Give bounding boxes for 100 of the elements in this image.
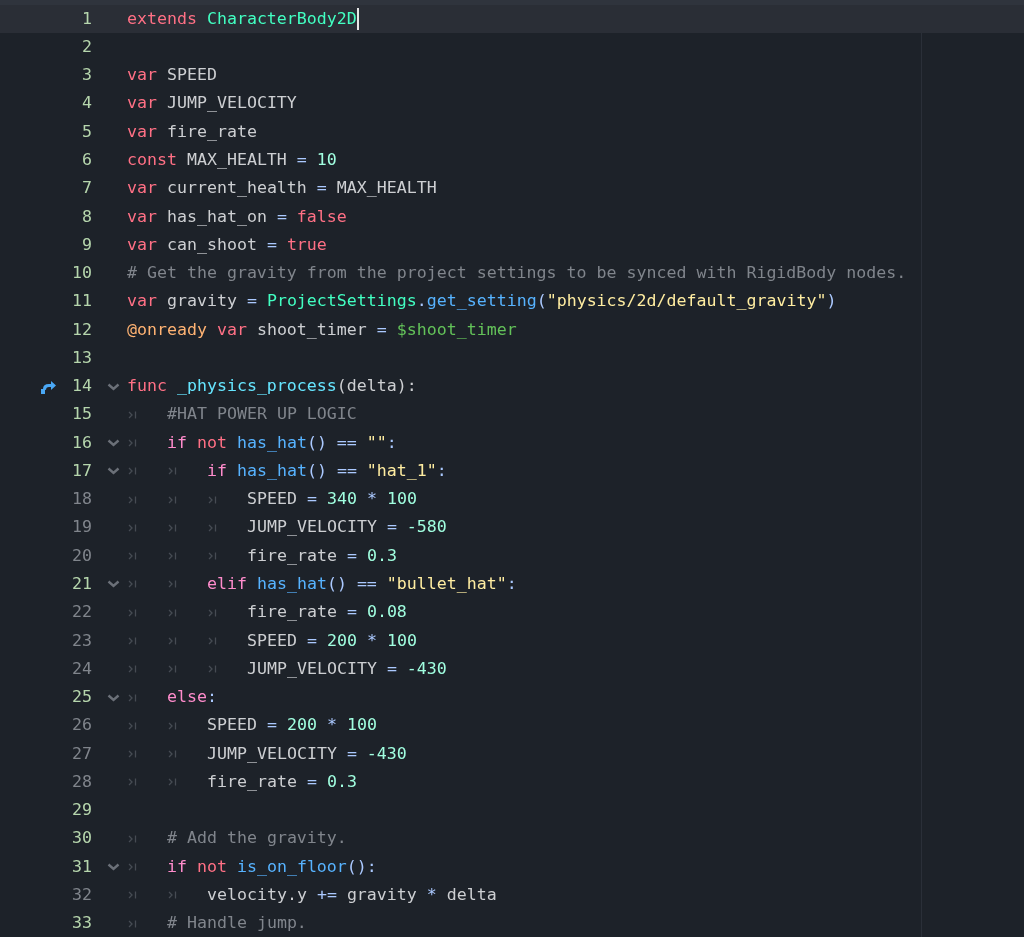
line-number: 13 [71, 346, 92, 369]
line-number: 33 [71, 912, 92, 935]
code-line: velocity.y += gravity * delta [207, 883, 497, 906]
code-line: fire_rate = 0.3 [207, 770, 357, 793]
line-number: 32 [71, 883, 92, 906]
code-line: elif has_hat() == "bullet_hat": [207, 573, 517, 595]
line-number: 17 [71, 459, 92, 482]
line-number: 21 [71, 573, 92, 595]
line-number: 26 [71, 714, 92, 737]
code-line: var has_hat_on = false [127, 205, 347, 228]
tab-marker-icon [128, 439, 137, 448]
line-number: 3 [81, 64, 92, 87]
tab-marker-icon [208, 636, 217, 645]
tab-marker-icon [128, 410, 137, 419]
tab-marker-icon [128, 750, 137, 759]
tab-marker-icon [128, 636, 137, 645]
code-line: var fire_rate [127, 120, 257, 143]
tab-marker-icon [168, 552, 177, 561]
code-line: if not is_on_floor(): [167, 855, 377, 878]
line-number: 29 [71, 799, 92, 822]
tab-marker-icon [128, 523, 137, 532]
tab-marker-icon [128, 863, 137, 872]
code-line: if has_hat() == "hat_1": [207, 459, 447, 482]
line-number: 4 [81, 92, 92, 115]
tab-marker-icon [168, 891, 177, 900]
override-arrow-icon[interactable] [39, 378, 57, 395]
tab-marker-icon [128, 919, 137, 928]
code-line: fire_rate = 0.08 [247, 601, 407, 624]
tab-marker-icon [168, 580, 177, 589]
code-line: # Add the gravity. [167, 827, 347, 850]
tab-marker-icon [208, 665, 217, 674]
tab-marker-icon [208, 552, 217, 561]
line-number: 30 [71, 827, 92, 850]
tab-marker-icon [208, 495, 217, 504]
line-number: 22 [71, 601, 92, 624]
code-line: const MAX_HEALTH = 10 [127, 149, 337, 171]
line-number: 31 [71, 855, 92, 878]
code-line: SPEED = 200 * 100 [207, 714, 377, 737]
code-line: # Handle jump. [167, 912, 307, 935]
line-number: 20 [71, 544, 92, 567]
tab-marker-icon [128, 891, 137, 900]
code-line: SPEED = 340 * 100 [247, 488, 417, 511]
tab-marker-icon [128, 467, 137, 476]
text-cursor [356, 8, 359, 31]
line-number: 12 [71, 318, 92, 341]
line-number: 27 [71, 742, 92, 765]
code-line: func _physics_process(delta): [127, 375, 417, 398]
tab-marker-icon [128, 495, 137, 504]
line-number: 15 [71, 403, 92, 426]
tab-marker-icon [168, 778, 177, 787]
tab-marker-icon [128, 608, 137, 617]
tab-marker-icon [168, 523, 177, 532]
tab-marker-icon [128, 580, 137, 589]
code-line: # Get the gravity from the project settings to be synced with RigidBody nodes. [127, 262, 907, 285]
code-line: var gravity = ProjectSettings.get_setting("physics/2d/default_gravity") [127, 290, 837, 313]
code-line: var JUMP_VELOCITY [127, 92, 297, 115]
tab-marker-icon [168, 750, 177, 759]
tab-marker-icon [168, 665, 177, 674]
line-number: 28 [71, 770, 92, 793]
tab-marker-icon [128, 552, 137, 561]
code-line: JUMP_VELOCITY = -430 [207, 742, 407, 765]
code-line: #HAT POWER UP LOGIC [167, 403, 357, 426]
code-line: if not has_hat() == "": [167, 431, 397, 454]
line-number: 24 [71, 657, 92, 680]
line-number: 10 [71, 262, 92, 285]
tab-marker-icon [168, 721, 177, 730]
line-number: 9 [81, 233, 92, 256]
line-number: 16 [71, 431, 92, 454]
code-line: JUMP_VELOCITY = -430 [247, 657, 447, 680]
line-number: 23 [71, 629, 92, 652]
tab-marker-icon [168, 467, 177, 476]
code-line: var SPEED [127, 64, 217, 87]
code-line: extends CharacterBody2D [127, 7, 357, 30]
tab-marker-icon [128, 693, 137, 702]
line-number: 14 [71, 375, 92, 398]
code-line: var current_health = MAX_HEALTH [127, 177, 437, 200]
line-number: 8 [81, 205, 92, 228]
tab-marker-icon [128, 778, 137, 787]
code-line: var can_shoot = true [127, 233, 327, 256]
line-number: 19 [71, 516, 92, 539]
code-line: else: [167, 686, 217, 709]
line-number: 5 [81, 120, 92, 143]
tab-marker-icon [208, 608, 217, 617]
line-number: 6 [81, 149, 92, 171]
line-number: 1 [81, 7, 92, 30]
tab-marker-icon [168, 495, 177, 504]
line-number: 11 [71, 290, 92, 313]
code-line: JUMP_VELOCITY = -580 [247, 516, 447, 539]
tab-marker-icon [168, 636, 177, 645]
line-number: 2 [81, 35, 92, 58]
code-line: @onready var shoot_timer = $shoot_timer [127, 318, 517, 341]
tab-marker-icon [168, 608, 177, 617]
line-number: 7 [81, 177, 92, 200]
line-number: 25 [71, 686, 92, 709]
tab-marker-icon [208, 523, 217, 532]
tab-marker-icon [128, 721, 137, 730]
code-line: SPEED = 200 * 100 [247, 629, 417, 652]
tab-marker-icon [128, 834, 137, 843]
line-number: 18 [71, 488, 92, 511]
tab-marker-icon [128, 665, 137, 674]
